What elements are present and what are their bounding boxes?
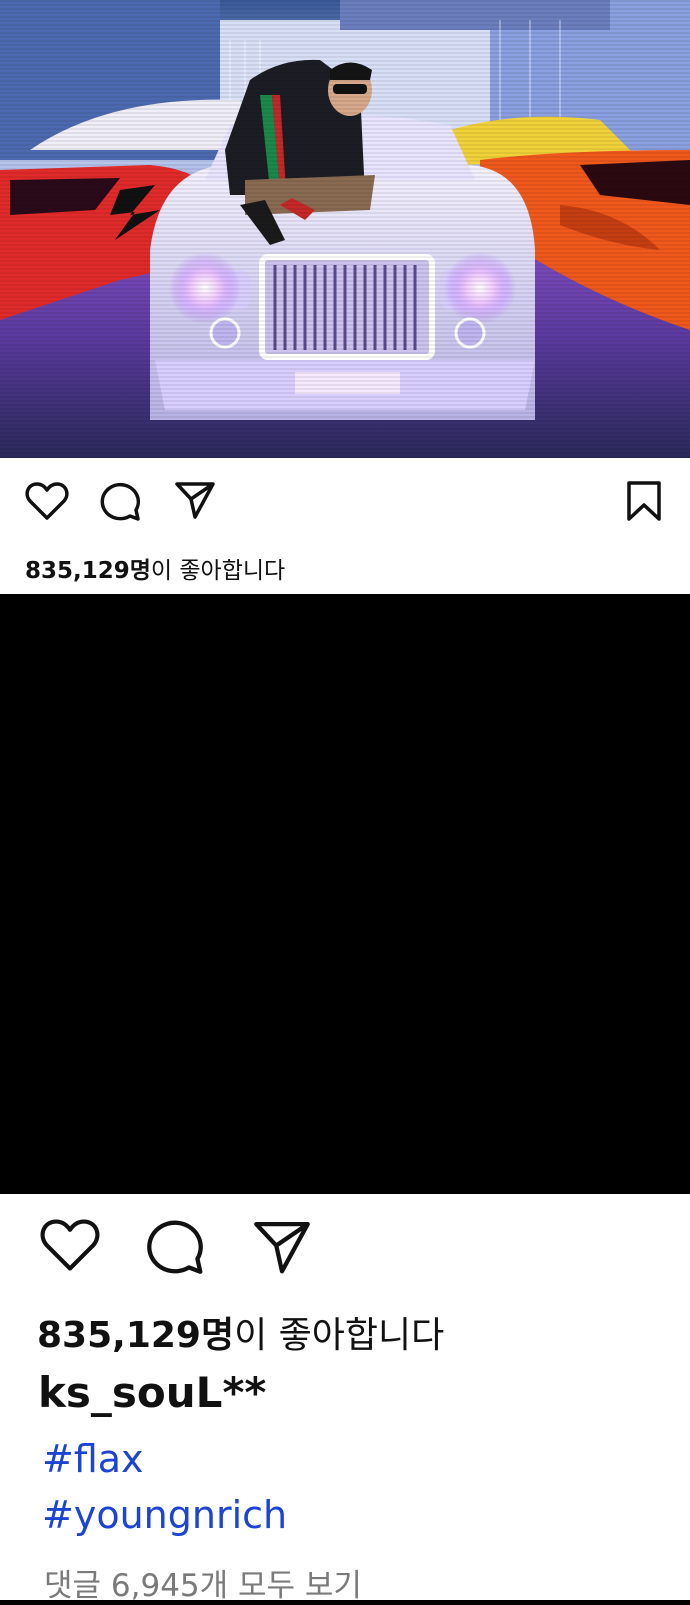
video-placeholder[interactable] bbox=[0, 594, 690, 1194]
share-icon[interactable] bbox=[252, 1218, 312, 1276]
likes-suffix: 이 좋아합니다 bbox=[150, 558, 286, 584]
hashtag-link[interactable]: #youngnrich bbox=[42, 1493, 287, 1537]
bookmark-icon[interactable] bbox=[626, 480, 662, 522]
post-image[interactable] bbox=[0, 0, 690, 458]
heart-icon[interactable] bbox=[25, 480, 69, 522]
view-all-comments-link[interactable]: 댓글 6,945개 모두 보기 bbox=[44, 1560, 362, 1605]
likes-number: 835,129명 bbox=[25, 558, 151, 584]
comment-icon[interactable] bbox=[146, 1216, 206, 1276]
heart-icon[interactable] bbox=[38, 1216, 102, 1274]
likes-count-large[interactable]: 835,129명이 좋아합니다 bbox=[37, 1306, 444, 1358]
share-icon[interactable] bbox=[174, 480, 216, 520]
car-illustration bbox=[0, 0, 690, 458]
comment-icon[interactable] bbox=[100, 480, 142, 522]
feed-page: 835,129명이 좋아합니다 835,129명이 좋아합니다 ks_souL*… bbox=[0, 0, 690, 1604]
likes-number: 835,129명 bbox=[37, 1315, 235, 1356]
likes-suffix: 이 좋아합니다 bbox=[234, 1315, 445, 1356]
likes-count-small[interactable]: 835,129명이 좋아합니다 bbox=[25, 551, 285, 585]
post-username[interactable]: ks_souL** bbox=[38, 1368, 266, 1417]
hashtag-link[interactable]: #flax bbox=[42, 1437, 144, 1481]
